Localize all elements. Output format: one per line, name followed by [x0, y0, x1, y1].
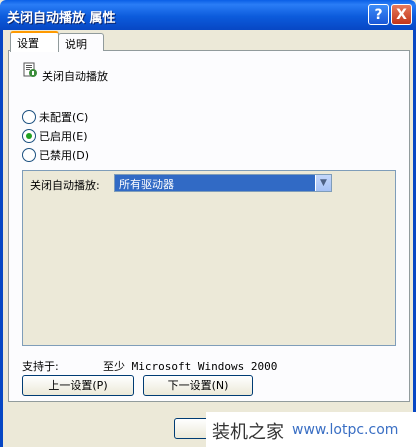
help-button[interactable]: ?: [368, 4, 389, 25]
radio-label: 已禁用(D): [39, 149, 90, 162]
options-box: [22, 170, 396, 346]
tab-explain[interactable]: 说明: [58, 33, 104, 51]
watermark: 装机之家 www.lotpc.com: [206, 412, 416, 447]
policy-icon: [23, 62, 37, 77]
radio-not-configured[interactable]: 未配置(C): [22, 109, 88, 125]
watermark-en: www.lotpc.com: [292, 422, 399, 438]
title-bar[interactable]: 关闭自动播放 属性 ? X: [0, 0, 416, 30]
tab-explain-label: 说明: [65, 38, 87, 51]
radio-enabled[interactable]: 已启用(E): [22, 128, 88, 144]
chevron-down-icon[interactable]: ▼: [315, 175, 331, 191]
support-value: 至少 Microsoft Windows 2000: [103, 360, 278, 373]
tab-settings[interactable]: 设置: [10, 31, 59, 52]
next-setting-button[interactable]: 下一设置(N): [143, 375, 253, 396]
watermark-cn: 装机之家: [212, 422, 284, 443]
radio-circle[interactable]: [22, 148, 36, 162]
drive-select[interactable]: 所有驱动器 ▼: [114, 174, 332, 192]
radio-label: 未配置(C): [39, 111, 89, 124]
radio-label: 已启用(E): [39, 130, 88, 143]
policy-name: 关闭自动播放: [42, 70, 108, 83]
radio-disabled[interactable]: 已禁用(D): [22, 147, 89, 163]
prev-setting-button[interactable]: 上一设置(P): [22, 375, 134, 396]
option-label: 关闭自动播放:: [30, 179, 100, 192]
close-button[interactable]: X: [391, 4, 412, 25]
support-label: 支持于:: [22, 360, 59, 373]
window-title: 关闭自动播放 属性: [7, 11, 116, 26]
tab-settings-label: 设置: [17, 37, 39, 50]
radio-circle-checked[interactable]: [22, 129, 36, 143]
window-frame-left: [0, 30, 3, 447]
radio-circle[interactable]: [22, 110, 36, 124]
drive-select-value: 所有驱动器: [119, 178, 174, 191]
